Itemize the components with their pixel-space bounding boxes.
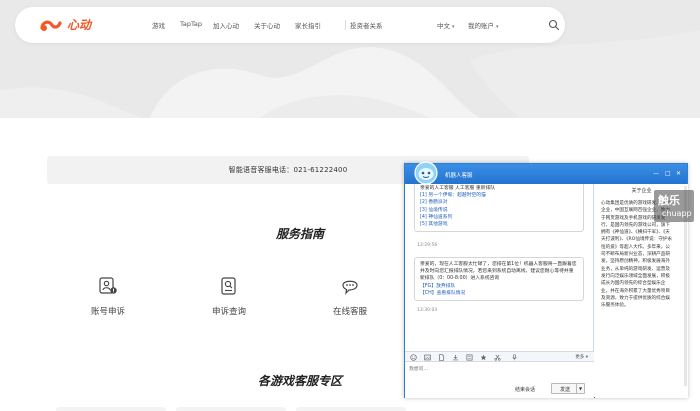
- download-icon[interactable]: [452, 354, 459, 361]
- language-dropdown[interactable]: 中文 ▾: [437, 20, 455, 30]
- nav-item-investor-relations[interactable]: 投资者关系: [350, 20, 383, 30]
- emoji-icon[interactable]: [410, 354, 417, 361]
- logo-text: 心动: [67, 18, 92, 32]
- game-card[interactable]: [56, 407, 166, 411]
- chat-message: 亲爱的人工客服 人工客服 重新排队 [1] 另一个伊甸：超越时空的猫 [2] 香…: [414, 184, 584, 233]
- file-icon[interactable]: [438, 354, 445, 361]
- option-link[interactable]: [5] 其他游戏: [420, 221, 578, 228]
- nav-item-about[interactable]: 关于心动: [254, 20, 280, 30]
- option-link[interactable]: [4] 神仙道系列: [420, 214, 578, 221]
- give-up-queue-link[interactable]: 放弃排队: [436, 284, 455, 289]
- service-account-appeal[interactable]: 账号申诉: [68, 276, 148, 317]
- message-timestamp: 13:29:56: [417, 243, 438, 248]
- option-link[interactable]: [1] 另一个伊甸：超越时空的猫: [420, 192, 578, 199]
- chat-message-text: 亲爱的人工客服 人工客服 重新排队: [420, 186, 496, 191]
- command-tag: 【CH】: [420, 290, 437, 296]
- send-options-icon[interactable]: ▼: [576, 384, 584, 393]
- send-button[interactable]: 发送 ▼: [551, 383, 585, 394]
- end-session-button[interactable]: 结束会话: [515, 386, 535, 393]
- chuapp-watermark: 触乐 chuapp: [654, 190, 694, 222]
- search-icon[interactable]: [548, 19, 560, 31]
- chat-message: 亲爱的，现在人工客服太忙碌了，您排在第1位！机器人客服将一直跟着您并及时向您汇报…: [414, 257, 584, 302]
- caret-down-icon: ▾: [496, 24, 499, 30]
- service-online-support[interactable]: 在线客服: [310, 276, 390, 317]
- service-appeal-query[interactable]: 申诉查询: [189, 276, 269, 317]
- account-appeal-icon: [99, 277, 117, 294]
- service-label: 账号申诉: [90, 307, 125, 317]
- more-tools-button[interactable]: 更多 ▾: [575, 354, 588, 360]
- service-label: 在线客服: [332, 307, 367, 317]
- chat-message-list[interactable]: 亲爱的人工客服 人工客服 重新排队 [1] 另一个伊甸：超越时空的猫 [2] 香…: [405, 184, 594, 351]
- appeal-query-icon: [221, 277, 236, 295]
- chat-message-text: 亲爱的，现在人工客服太忙碌了，您排在第1位！机器人客服将一直跟着您并及时向您汇报…: [420, 262, 577, 282]
- minimize-icon[interactable]: —: [653, 170, 659, 177]
- send-label: 发送: [560, 387, 571, 393]
- robot-avatar-icon: [414, 161, 438, 185]
- xd-logo[interactable]: 心动: [31, 16, 91, 34]
- online-service-icon: [342, 280, 358, 295]
- chat-title: 机器人客服: [445, 173, 473, 179]
- maximize-icon[interactable]: □: [665, 170, 671, 177]
- more-label: 更多: [575, 355, 585, 360]
- account-label: 我的账户: [468, 22, 494, 30]
- nav-item-games[interactable]: 游戏: [152, 20, 165, 30]
- chat-input[interactable]: [405, 362, 594, 380]
- chat-footer: 结束会话 发送 ▼: [405, 380, 594, 398]
- message-timestamp: 13:30:03: [417, 308, 438, 313]
- account-dropdown[interactable]: 我的账户 ▾: [468, 20, 499, 30]
- option-link[interactable]: [2] 香肠派对: [420, 199, 578, 206]
- chat-toolbar: 更多 ▾: [405, 351, 594, 362]
- top-navigation: 心动 游戏 TapTap 加入心动 关于心动 家长指引 投资者关系 中文 ▾ 我的…: [15, 7, 565, 43]
- microphone-icon[interactable]: [511, 354, 518, 361]
- scissors-icon[interactable]: [494, 354, 501, 361]
- nav-divider: [345, 20, 346, 30]
- watermark-main-text: 触乐: [658, 194, 680, 207]
- option-link[interactable]: [3] 仙境传说: [420, 207, 578, 214]
- watermark-sub-text: chuapp: [662, 209, 692, 218]
- chat-header[interactable]: 机器人客服 — □ ✕: [405, 161, 687, 185]
- chat-window: 机器人客服 — □ ✕ 亲爱的人工客服 人工客服 重新排队 [1] 另一个伊甸：…: [404, 161, 688, 398]
- nav-item-join[interactable]: 加入心动: [213, 20, 239, 30]
- service-label: 申诉查询: [211, 307, 246, 317]
- star-icon[interactable]: [480, 354, 487, 361]
- game-card[interactable]: [296, 407, 406, 411]
- nav-item-parents-guide[interactable]: 家长指引: [295, 20, 321, 30]
- close-icon[interactable]: ✕: [676, 170, 681, 177]
- command-tag: 【FG】: [420, 283, 437, 289]
- nav-item-taptap[interactable]: TapTap: [180, 20, 202, 28]
- history-icon[interactable]: [466, 354, 473, 361]
- language-label: 中文: [437, 22, 450, 30]
- xd-logo-mark-icon: [40, 20, 62, 31]
- check-queue-link[interactable]: 查看排队情况: [437, 291, 466, 296]
- image-icon[interactable]: [424, 354, 431, 361]
- game-card[interactable]: [176, 407, 286, 411]
- caret-down-icon: ▾: [452, 24, 455, 30]
